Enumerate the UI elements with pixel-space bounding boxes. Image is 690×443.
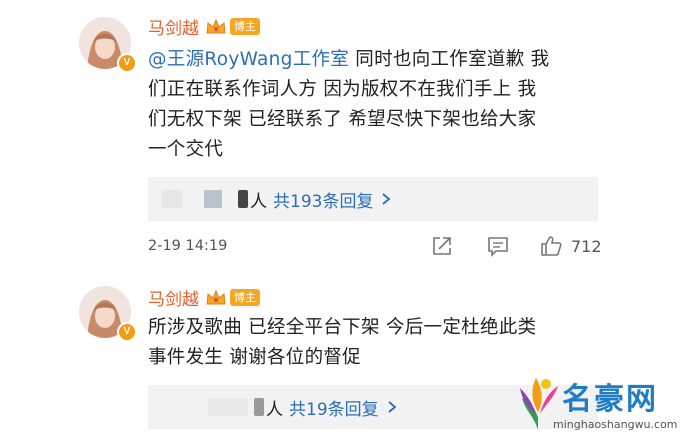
blurred-name <box>162 190 182 208</box>
chevron-right-icon <box>382 193 391 205</box>
view-replies-link[interactable]: 共193条回复 <box>273 187 373 212</box>
author-name[interactable]: 马剑越 <box>148 285 199 310</box>
reply-preview[interactable]: 人 共193条回复 <box>148 177 598 221</box>
watermark-title: 名豪网 <box>562 382 658 417</box>
comment-icon[interactable] <box>487 235 509 257</box>
like-count: 712 <box>571 236 602 256</box>
site-watermark: 名豪网 minghaoshangwu.com <box>516 372 686 440</box>
crown-icon <box>206 18 226 33</box>
timestamp: 2-19 14:19 <box>148 238 228 254</box>
crown-icon <box>206 289 226 304</box>
author-badge: 博主 <box>230 289 260 306</box>
verified-badge-icon: V <box>117 53 137 73</box>
blurred-name <box>238 190 248 208</box>
verified-badge-icon: V <box>117 322 137 342</box>
blurred-name <box>254 398 264 416</box>
watermark-url: minghaoshangwu.com <box>553 418 678 431</box>
comment-text: 所涉及歌曲 已经全平台下架 今后一定杜绝此类 事件发生 谢谢各位的督促 <box>148 317 537 368</box>
comment-text: @王源RoyWang工作室 同时也向工作室道歉 我 们正在联系作词人方 因为版权… <box>148 49 550 160</box>
view-replies-link[interactable]: 共19条回复 <box>289 395 379 420</box>
mention-link[interactable]: @王源RoyWang工作室 <box>148 49 349 70</box>
blurred-name <box>208 398 248 416</box>
author-name[interactable]: 马剑越 <box>148 14 199 39</box>
chevron-right-icon <box>388 401 397 413</box>
like-icon[interactable] <box>539 234 563 258</box>
author-badge: 博主 <box>230 18 260 35</box>
blurred-name <box>204 190 222 208</box>
share-icon[interactable] <box>431 235 453 257</box>
